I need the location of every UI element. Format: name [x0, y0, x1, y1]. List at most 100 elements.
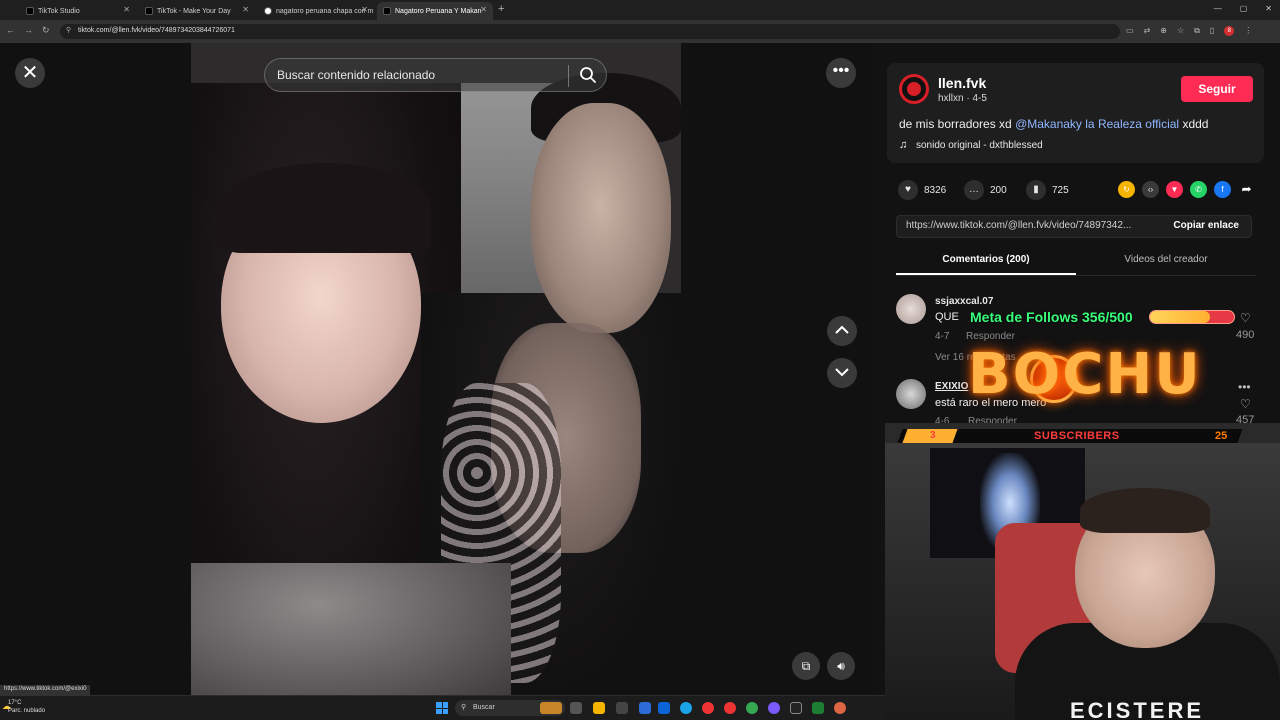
- like-stat[interactable]: ♥ 8326: [898, 180, 946, 200]
- translate-icon[interactable]: ⇄: [1144, 26, 1151, 36]
- cast-icon[interactable]: ▭: [1126, 26, 1134, 36]
- edge-icon[interactable]: [680, 702, 692, 714]
- video-link[interactable]: https://www.tiktok.com/@llen.fvk/video/7…: [906, 220, 1131, 231]
- creator-subline: hxllxn · 4-5: [938, 93, 987, 104]
- sidebar-icon[interactable]: ▯: [1210, 26, 1214, 36]
- app-icon[interactable]: [768, 702, 780, 714]
- chrome-icon[interactable]: [724, 702, 736, 714]
- minimize-icon[interactable]: —: [1214, 4, 1222, 13]
- windows-start-icon[interactable]: [436, 702, 448, 714]
- menu-icon[interactable]: ⋮: [1244, 26, 1252, 36]
- tab-search-result[interactable]: nagatoro peruana chapa con m ✕: [258, 2, 374, 20]
- creator-avatar[interactable]: [899, 74, 929, 104]
- comment-icon[interactable]: …: [964, 180, 984, 200]
- tab-title: Nagatoro Peruana Y Makan: [395, 7, 482, 15]
- tab-creator-videos[interactable]: Videos del creador: [1076, 254, 1256, 265]
- comment-like-count: 490: [1236, 329, 1255, 341]
- weather-temp: 17°C: [8, 700, 22, 706]
- browser-tab-bar: TikTok Studio ✕ TikTok - Make Your Day ✕…: [0, 0, 1280, 20]
- comment-avatar[interactable]: [896, 294, 926, 324]
- music-note-icon: ♫: [899, 139, 908, 151]
- comment-text: QUE: [935, 311, 959, 323]
- tab-tiktok-studio[interactable]: TikTok Studio ✕: [20, 2, 136, 20]
- comment-heart-icon[interactable]: ♡: [1240, 397, 1251, 411]
- caption-text-end: xddd: [1179, 117, 1209, 131]
- widget-icon[interactable]: [540, 702, 562, 714]
- related-search-bar[interactable]: Buscar contenido relacionado: [264, 58, 607, 92]
- star-icon[interactable]: ☆: [1177, 26, 1184, 36]
- picture-in-picture-button[interactable]: ⧉: [792, 652, 820, 680]
- caption-mention-link[interactable]: @Makanaky la Realeza official: [1015, 117, 1179, 131]
- close-tab-icon[interactable]: ✕: [123, 5, 130, 14]
- close-tab-icon[interactable]: ✕: [242, 5, 249, 14]
- screen: TikTok Studio ✕ TikTok - Make Your Day ✕…: [0, 0, 1280, 720]
- music-link[interactable]: sonido original - dxthblessed: [916, 140, 1043, 151]
- creator-username[interactable]: llen.fvk: [938, 75, 986, 91]
- volume-button[interactable]: 🔊︎: [827, 652, 855, 680]
- save-count: 725: [1052, 184, 1069, 196]
- close-tab-icon[interactable]: ✕: [361, 5, 368, 14]
- nav-buttons: ← → ↻: [6, 25, 50, 36]
- next-video-button[interactable]: [827, 358, 857, 388]
- follow-button[interactable]: Seguir: [1181, 76, 1253, 102]
- tab-title: TikTok - Make Your Day: [157, 7, 231, 15]
- more-options-button[interactable]: •••: [826, 58, 856, 88]
- profile-avatar[interactable]: 8: [1224, 26, 1235, 36]
- app-icon[interactable]: [834, 702, 846, 714]
- bookmark-icon[interactable]: ▮: [1026, 180, 1046, 200]
- weather-widget[interactable]: 17°C Parc. nublado: [8, 699, 45, 715]
- close-video-button[interactable]: ✕: [15, 58, 45, 88]
- window-controls: — ▢ ✕: [1214, 4, 1272, 13]
- reply-button[interactable]: Responder: [966, 331, 1015, 342]
- extensions-icon[interactable]: ⧉: [1194, 26, 1200, 36]
- previous-video-button[interactable]: [827, 316, 857, 346]
- zoom-icon[interactable]: ⊕: [1160, 26, 1167, 36]
- close-window-icon[interactable]: ✕: [1265, 4, 1272, 13]
- repost-icon[interactable]: ↻: [1118, 181, 1135, 198]
- reload-icon[interactable]: ↻: [42, 25, 50, 36]
- tiktok-icon: [145, 7, 153, 15]
- chrome-icon[interactable]: [746, 702, 758, 714]
- whatsapp-icon[interactable]: ✆: [1190, 181, 1207, 198]
- file-explorer-icon[interactable]: [593, 702, 605, 714]
- new-tab-button[interactable]: +: [498, 3, 504, 15]
- tab-active-video[interactable]: Nagatoro Peruana Y Makan ✕: [377, 2, 493, 20]
- url-field[interactable]: tiktok.com/@llen.fvk/video/7489734203844…: [60, 24, 1120, 39]
- app-icon[interactable]: [616, 702, 628, 714]
- back-icon[interactable]: ←: [6, 25, 15, 36]
- save-stat[interactable]: ▮ 725: [1026, 180, 1069, 200]
- search-input[interactable]: Buscar contenido relacionado: [277, 68, 435, 82]
- outlook-icon[interactable]: [658, 702, 670, 714]
- status-url: https://www.tiktok.com/@exixi0: [0, 685, 91, 696]
- app-icon[interactable]: [812, 702, 824, 714]
- speaker-icon: 🔊︎: [837, 659, 845, 673]
- video-player[interactable]: [191, 43, 681, 695]
- task-view-icon[interactable]: [570, 702, 582, 714]
- streamer-logo: BOCHU: [968, 342, 1202, 407]
- tiktok-icon: [383, 7, 391, 15]
- forward-icon[interactable]: →: [24, 25, 33, 36]
- facebook-icon[interactable]: f: [1214, 181, 1231, 198]
- copy-link-button[interactable]: Copiar enlace: [1173, 220, 1239, 231]
- embed-icon[interactable]: ‹›: [1142, 181, 1159, 198]
- maximize-icon[interactable]: ▢: [1240, 4, 1248, 13]
- app-icon[interactable]: [790, 702, 802, 714]
- follow-goal-text: Meta de Follows 356/500: [970, 309, 1133, 325]
- tab-comments[interactable]: Comentarios (200): [896, 254, 1076, 265]
- comment-heart-icon[interactable]: ♡: [1240, 311, 1251, 325]
- comment-avatar[interactable]: [896, 379, 926, 409]
- share-icon[interactable]: ➦: [1238, 181, 1255, 198]
- close-tab-icon[interactable]: ✕: [480, 5, 487, 14]
- link-box: https://www.tiktok.com/@llen.fvk/video/7…: [896, 215, 1252, 238]
- comment-more-icon[interactable]: •••: [1238, 380, 1251, 394]
- comment-username[interactable]: ssjaxxcal.07: [935, 296, 993, 307]
- comment-stat[interactable]: … 200: [964, 180, 1007, 200]
- tab-tiktok-home[interactable]: TikTok - Make Your Day ✕: [139, 2, 255, 20]
- webcam-feed: ECISTERE: [885, 423, 1280, 720]
- search-icon[interactable]: [579, 66, 597, 84]
- chrome-icon[interactable]: [702, 702, 714, 714]
- comment-username[interactable]: EXIXIO: [935, 381, 968, 392]
- app-icon[interactable]: [639, 702, 651, 714]
- send-icon[interactable]: ▼: [1166, 181, 1183, 198]
- heart-icon[interactable]: ♥: [898, 180, 918, 200]
